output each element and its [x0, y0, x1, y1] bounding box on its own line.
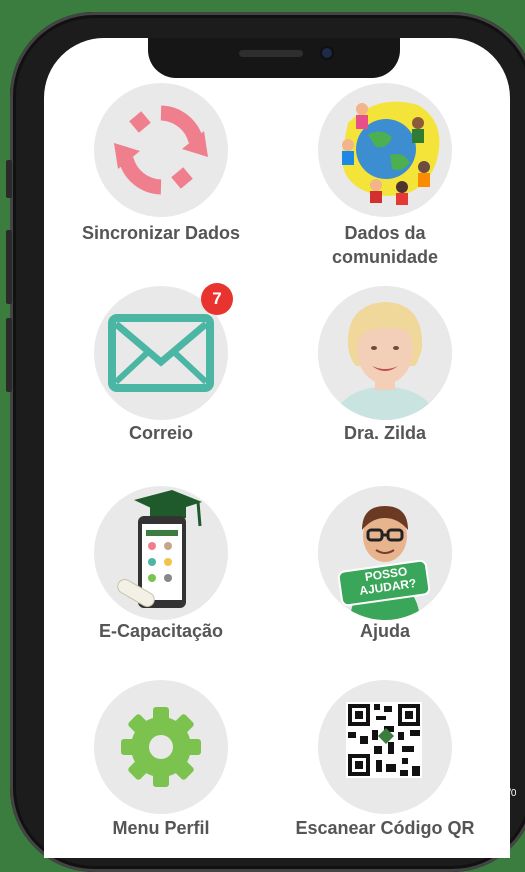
sync-icon — [114, 105, 208, 195]
scan-qr-button[interactable] — [318, 680, 452, 814]
mute-switch — [6, 160, 12, 198]
e-training-button[interactable] — [94, 486, 228, 620]
doctor-avatar — [318, 286, 452, 420]
gear-icon — [121, 707, 201, 787]
volume-down-button — [6, 318, 12, 392]
mail-label: Correio — [128, 423, 193, 443]
community-data-button[interactable] — [318, 83, 452, 217]
help-button[interactable]: POSSO AJUDAR? — [318, 486, 452, 620]
unread-mail-badge: 7 — [201, 283, 233, 315]
phone-notch — [148, 38, 400, 78]
e-training-label: E-Capacitação — [98, 621, 224, 641]
doctor-zilda-button[interactable] — [318, 286, 452, 420]
speaker-grille — [239, 50, 303, 57]
community-label-line1: Dados da — [344, 223, 426, 243]
profile-menu-label: Menu Perfil — [112, 818, 210, 838]
doctor-zilda-label: Dra. Zilda — [343, 423, 427, 443]
help-person-icon — [318, 486, 452, 620]
help-label: Ajuda — [359, 621, 410, 641]
qr-code-icon — [346, 702, 422, 778]
volume-up-button — [6, 230, 12, 304]
front-camera — [322, 48, 332, 58]
date-fragment: 25/0 — [497, 788, 517, 799]
sync-button[interactable] — [94, 83, 228, 217]
graduation-phone-icon — [117, 490, 202, 608]
community-label-line2: comunidade — [331, 247, 438, 267]
sync-label: Sincronizar Dados — [81, 223, 241, 243]
community-globe-icon — [341, 101, 440, 205]
community-data-label: Dados da comunidade — [275, 221, 495, 269]
scan-qr-label: Escanear Código QR — [295, 818, 475, 838]
profile-menu-button[interactable] — [94, 680, 228, 814]
